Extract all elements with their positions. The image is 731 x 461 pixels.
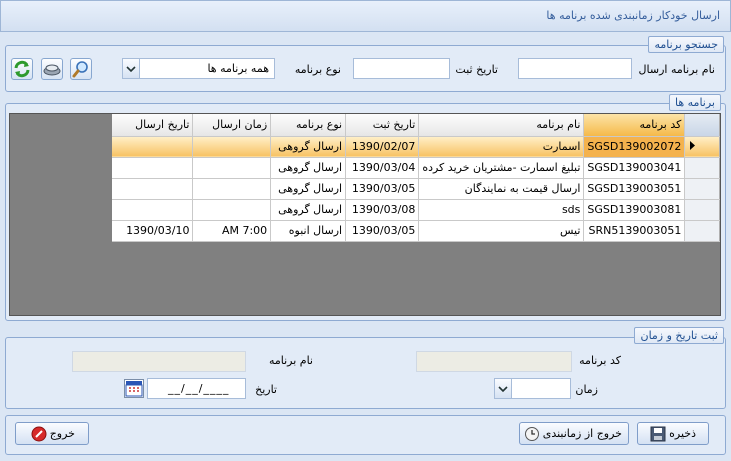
row-header-current[interactable] [684,136,720,158]
row-header[interactable] [684,178,720,200]
table-row[interactable]: ارسال گروهی 1390/02/07 اسمارت SGSD139002… [112,136,720,158]
cell-reg-date: 1390/03/08 [345,199,420,221]
exit-icon [31,426,47,442]
save-button[interactable]: ذخیره [637,422,709,445]
cell-send-date [112,178,194,200]
program-name-label: نام برنامه ارسال [638,63,715,76]
reg-date-label: تاریخ ثبت [455,63,498,76]
programs-legend: برنامه ها [669,94,721,111]
name-label: نام برنامه [268,354,313,367]
cell-code: SGSD139002072 [583,136,686,158]
column-header-name[interactable]: نام برنامه [418,114,585,137]
cell-reg-date: 1390/03/05 [345,178,420,200]
cell-send-time [192,199,272,221]
row-header[interactable] [684,157,720,179]
time-dropdown-button[interactable] [495,379,512,398]
table-header-row: تاریخ ارسال زمان ارسال نوع برنامه تاریخ … [112,114,720,137]
column-header-type[interactable]: نوع برنامه [270,114,347,137]
cell-code: SGSD139003051 [583,178,686,200]
cell-code: SGSD139003041 [583,157,686,179]
refresh-icon [14,60,30,78]
save-label: ذخیره [669,427,696,440]
cell-code: SGSD139003081 [583,199,686,221]
table-row[interactable]: 1390/03/10 AM 7:00 ارسال انبوه 1390/03/0… [112,220,720,242]
date-label: تاریخ [255,383,277,396]
cell-name: تبلیغ اسمارت -مشتریان خرید کرده [418,157,585,179]
row-header[interactable] [684,199,720,221]
cell-name: تیس [418,220,585,242]
column-header-send-time[interactable]: زمان ارسال [192,114,272,137]
refresh-button[interactable] [11,58,33,80]
cell-send-date [112,199,194,221]
cell-reg-date: 1390/03/05 [345,220,420,242]
window-title: ارسال خودکار زمانبندی شده برنامه ها [546,9,720,22]
column-header-reg-date[interactable]: تاریخ ثبت [345,114,420,137]
search-icon [72,61,88,78]
time-select[interactable] [494,378,571,399]
calendar-icon [125,381,143,397]
cell-send-date [112,157,194,179]
search-button[interactable] [70,58,92,80]
cell-name: ارسال قیمت به نمایندگان [418,178,585,200]
cell-send-time: AM 7:00 [192,220,272,242]
cell-send-time [192,136,272,158]
select-all-corner[interactable] [684,114,720,137]
exit-label: خروج [49,427,75,440]
unschedule-label: خروج از زمانبندی [542,427,622,440]
search-legend: جستجو برنامه [648,36,724,53]
calendar-button[interactable] [124,379,144,398]
reg-date-input[interactable] [353,58,450,79]
clear-icon [43,64,61,76]
save-icon [650,426,666,442]
unschedule-button[interactable]: خروج از زمانبندی [519,422,629,445]
program-type-value: همه برنامه ها [207,62,269,75]
date-input[interactable]: __/__/____ [147,378,246,399]
date-value: __/__/____ [168,382,230,395]
clock-icon [525,427,539,441]
code-input[interactable] [416,351,572,372]
clear-button[interactable] [41,58,63,80]
programs-grid[interactable]: تاریخ ارسال زمان ارسال نوع برنامه تاریخ … [9,113,721,316]
table-row[interactable]: ارسال گروهی 1390/03/05 ارسال قیمت به نما… [112,178,720,200]
chevron-down-icon [498,386,508,393]
cell-send-time [192,157,272,179]
cell-send-date [112,136,194,158]
code-label: کد برنامه [579,354,621,367]
table-row[interactable]: ارسال گروهی 1390/03/04 تبلیغ اسمارت -مشت… [112,157,720,179]
row-header[interactable] [684,220,720,242]
cell-type: ارسال گروهی [270,178,347,200]
cell-type: ارسال گروهی [270,136,347,158]
schedule-legend: ثبت تاریخ و زمان [634,327,724,344]
exit-button[interactable]: خروج [15,422,89,445]
time-label: زمان [575,383,598,396]
schedule-group [5,337,726,409]
cell-name: اسمارت [418,136,585,158]
table-row[interactable]: ارسال گروهی 1390/03/08 sds SGSD139003081 [112,199,720,221]
program-type-dropdown-button[interactable] [123,59,140,78]
column-header-code[interactable]: کد برنامه [583,114,686,137]
cell-reg-date: 1390/03/04 [345,157,420,179]
chevron-down-icon [126,66,136,73]
cell-send-date: 1390/03/10 [112,220,194,242]
cell-reg-date: 1390/02/07 [345,136,420,158]
cell-send-time [192,178,272,200]
window-title-bar: ارسال خودکار زمانبندی شده برنامه ها [0,0,731,32]
row-pointer-icon [690,141,696,150]
column-header-send-date[interactable]: تاریخ ارسال [112,114,194,137]
cell-type: ارسال گروهی [270,157,347,179]
program-type-label: نوع برنامه [294,63,341,76]
program-name-input[interactable] [518,58,632,79]
programs-table: تاریخ ارسال زمان ارسال نوع برنامه تاریخ … [112,114,720,242]
name-input[interactable] [72,351,246,372]
cell-type: ارسال انبوه [270,220,347,242]
program-type-select[interactable]: همه برنامه ها [122,58,275,79]
cell-code: SRN5139003051 [583,220,686,242]
cell-type: ارسال گروهی [270,199,347,221]
cell-name: sds [418,199,585,221]
